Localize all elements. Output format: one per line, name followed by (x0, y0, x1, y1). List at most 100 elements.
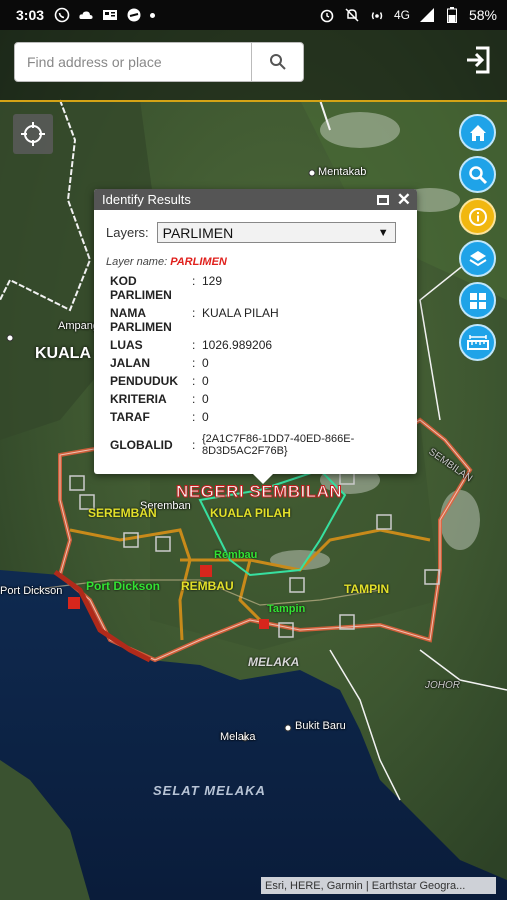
home-button[interactable] (459, 114, 496, 151)
attribute-colon: : (192, 374, 196, 388)
attribute-value: {2A1C7F86-1DD7-40ED-866E-8D3D5AC2F76B} (202, 433, 355, 457)
info-icon (468, 207, 487, 226)
signal-icon (419, 7, 435, 23)
label-seremban: SEREMBAN (88, 506, 157, 520)
attribute-row: NAMA PARLIMEN : KUALA PILAH (110, 306, 398, 338)
status-time: 3:03 (16, 7, 45, 23)
search-icon (269, 54, 286, 70)
sign-in-icon (467, 46, 490, 74)
attribute-row: PENDUDUK : 0 (110, 374, 398, 392)
attribute-key: LUAS (110, 338, 143, 352)
dropdown-arrow-icon: ▼ (377, 226, 389, 239)
search-tool-button[interactable] (459, 156, 496, 193)
label-johor-edge: JOHOR (425, 680, 460, 691)
map-toolbar (459, 114, 497, 366)
map-attribution: Esri, HERE, Garmin | Earthstar Geogra... (261, 877, 496, 894)
label-mentakab: Mentakab (318, 166, 367, 178)
home-icon (469, 124, 486, 141)
layer-name-value: PARLIMEN (170, 256, 227, 268)
attribute-colon: : (192, 410, 196, 424)
attribute-table: KOD PARLIMEN : 129 NAMA PARLIMEN : KUALA… (110, 274, 398, 462)
attribute-row: JALAN : 0 (110, 356, 398, 374)
attribute-key: KOD PARLIMEN (110, 274, 172, 302)
hotspot-icon (369, 7, 385, 23)
battery-icon (444, 7, 460, 23)
crosshair-icon (21, 122, 45, 146)
attribute-colon: : (192, 356, 196, 370)
alarm-icon (319, 7, 335, 23)
label-port-dickson-town: Port Dickson (0, 585, 63, 597)
attribute-colon: : (192, 438, 196, 452)
more-notifications-icon (150, 12, 156, 18)
basemap-button[interactable] (459, 282, 496, 319)
close-icon[interactable]: ✕ (397, 191, 411, 208)
layer-name-label: Layer name: (106, 256, 168, 268)
attribute-value: 129 (202, 274, 223, 288)
top-bar (0, 30, 507, 102)
attribute-colon: : (192, 338, 196, 352)
layers-row: Layers: PARLIMEN ▼ (106, 222, 396, 243)
mute-icon (344, 7, 360, 23)
attribute-value: 1026.989206 (202, 338, 273, 352)
attribute-value: KUALA PILAH (202, 306, 279, 320)
label-tampin: TAMPIN (344, 582, 390, 596)
measure-button[interactable] (459, 324, 496, 361)
layers-selected-value: PARLIMEN (162, 224, 234, 241)
layer-name-line: Layer name: PARLIMEN (106, 256, 227, 268)
status-bar: 3:03 4G 58% (0, 0, 507, 30)
whatsapp-icon (54, 7, 70, 23)
popup-pointer (253, 474, 273, 484)
attribute-row: GLOBALID : {2A1C7F86-1DD7-40ED-866E-8D3D… (110, 428, 398, 462)
attribute-row: LUAS : 1026.989206 (110, 338, 398, 356)
attribute-row: TARAF : 0 (110, 410, 398, 428)
layers-icon (468, 250, 487, 266)
layers-button[interactable] (459, 240, 496, 277)
grid-icon (469, 292, 486, 309)
attribute-value: 0 (202, 356, 209, 370)
layers-dropdown[interactable]: PARLIMEN ▼ (156, 222, 396, 243)
label-kuala: KUALA (35, 345, 91, 362)
label-rembau-town: Rembau (214, 549, 258, 561)
locate-button[interactable] (13, 114, 53, 154)
app-icon (126, 7, 142, 23)
search-input[interactable] (15, 43, 251, 81)
attribute-key: JALAN (110, 356, 151, 370)
attribute-key: NAMA PARLIMEN (110, 306, 172, 334)
ruler-icon (466, 334, 489, 350)
magnifier-icon (468, 165, 487, 184)
label-selat-melaka: SELAT MELAKA (153, 783, 266, 798)
label-tampin-town: Tampin (267, 603, 306, 615)
label-negeri-sembilan: NEGERI SEMBILAN (175, 482, 343, 502)
attribute-row: KOD PARLIMEN : 129 (110, 274, 398, 306)
battery-level: 58% (468, 7, 497, 23)
label-port-dickson: Port Dickson (86, 579, 161, 593)
search-box (14, 42, 252, 82)
maximize-icon[interactable] (376, 194, 389, 205)
attribute-colon: : (192, 392, 196, 406)
popup-title: Identify Results (102, 192, 191, 207)
attribute-colon: : (192, 306, 196, 320)
info-button[interactable] (459, 198, 496, 235)
attribute-colon: : (192, 274, 196, 288)
attribute-key: TARAF (110, 410, 150, 424)
label-kuala-pilah: KUALA PILAH (210, 506, 291, 520)
label-melaka-state: MELAKA (248, 655, 300, 669)
attribute-row: KRITERIA : 0 (110, 392, 398, 410)
attribute-value: 0 (202, 392, 209, 406)
attribute-key: PENDUDUK (110, 374, 179, 388)
sign-in-button[interactable] (460, 42, 496, 78)
identify-results-popup: Identify Results ✕ Layers: PARLIMEN ▼ La… (94, 189, 417, 474)
news-icon (102, 7, 118, 23)
search-button[interactable] (251, 42, 304, 82)
cloud-icon (78, 7, 94, 23)
label-bukit-baru: Bukit Baru (295, 720, 346, 732)
layers-label: Layers: (106, 225, 149, 240)
label-melaka-town: Melaka (220, 731, 256, 743)
attribute-value: 0 (202, 410, 209, 424)
attribute-key: KRITERIA (110, 392, 167, 406)
network-type: 4G (393, 8, 410, 22)
attribute-value: 0 (202, 374, 209, 388)
label-rembau: REMBAU (181, 579, 234, 593)
popup-header: Identify Results ✕ (94, 189, 417, 210)
attribute-key: GLOBALID (110, 438, 173, 452)
